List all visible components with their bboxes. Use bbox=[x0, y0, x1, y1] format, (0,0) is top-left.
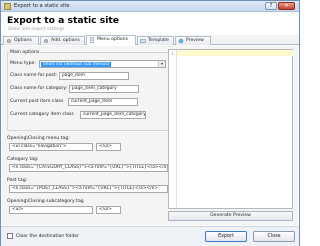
menu-settings-panel: Main options Menu type: Short list (with… bbox=[5, 49, 169, 222]
sub-opening-tag-input[interactable]: <ul> bbox=[9, 206, 93, 214]
current-post-class-label: Current post item class bbox=[10, 99, 64, 104]
dialog-title: Export to a static site bbox=[7, 15, 119, 26]
dialog-header: Export to a static site Static site expo… bbox=[1, 12, 299, 35]
close-window-button[interactable]: ✕ bbox=[278, 2, 295, 10]
current-category-class-input[interactable]: current_page_item_category bbox=[80, 111, 146, 119]
dialog-footer: Clear the destination folder Export Clos… bbox=[1, 226, 299, 246]
gear-icon bbox=[7, 39, 11, 43]
template-icon bbox=[140, 38, 146, 44]
chevron-down-icon[interactable]: ▾ bbox=[158, 61, 165, 67]
category-tag-input[interactable]: <li class="{CATEGORY_CLASS}"><a href="{U… bbox=[9, 164, 168, 172]
tab-menu-options[interactable]: Menu options bbox=[86, 35, 136, 45]
category-tag-label: Category tag: bbox=[7, 157, 39, 162]
tab-label: Template bbox=[148, 38, 169, 43]
tab-label: Menu options bbox=[97, 37, 128, 42]
menu-type-select[interactable]: Short list (without sub menus) ▾ bbox=[39, 60, 166, 68]
tab-label: Add. options bbox=[51, 38, 80, 43]
tab-bar: Options Add. options Menu options Templa… bbox=[1, 35, 299, 45]
tab-add-options[interactable]: Add. options bbox=[40, 36, 85, 45]
tab-content-menu-options: Main options Menu type: Short list (with… bbox=[2, 46, 298, 225]
window-title: Export to a static site bbox=[14, 3, 70, 9]
current-line-highlight bbox=[177, 50, 293, 56]
current-post-class-input[interactable]: current_page_item bbox=[68, 98, 138, 106]
preview-editor[interactable]: 1 bbox=[168, 49, 293, 209]
main-options-heading: Main options bbox=[9, 50, 41, 55]
line-number-gutter: 1 bbox=[169, 50, 177, 208]
subcategory-tag-label: Opening\Closing subcategory tag bbox=[7, 199, 84, 204]
tab-label: Preview bbox=[186, 38, 204, 43]
menu-opening-tag-input[interactable]: <ul class="navigation"> bbox=[9, 143, 93, 151]
menu-tag-label: Opening\Closing menu tag: bbox=[7, 136, 70, 141]
line-number: 1 bbox=[171, 51, 174, 56]
tab-template[interactable]: Template bbox=[137, 36, 174, 45]
category-class-label: Class name for category: bbox=[10, 86, 68, 91]
help-button[interactable]: ? bbox=[265, 2, 277, 10]
title-bar: Export to a static site ? ✕ bbox=[1, 1, 299, 12]
category-class-input[interactable]: page_item_category bbox=[69, 85, 139, 93]
tab-label: Options bbox=[14, 38, 32, 43]
menu-type-label: Menu type: bbox=[10, 61, 36, 66]
post-class-label: Class name for post: bbox=[10, 73, 58, 78]
generate-preview-button[interactable]: Generate Preview bbox=[168, 211, 293, 221]
sub-closing-tag-input[interactable]: </ul> bbox=[96, 206, 121, 214]
dialog-subtitle: Static site export settings bbox=[8, 27, 65, 32]
document-icon bbox=[89, 37, 95, 43]
post-tag-label: Post tag: bbox=[7, 178, 28, 183]
tab-preview[interactable]: Preview bbox=[175, 36, 211, 45]
post-class-input[interactable]: page_item bbox=[59, 72, 129, 80]
export-dialog: Export to a static site ? ✕ Export to a … bbox=[0, 0, 300, 246]
tab-options[interactable]: Options bbox=[3, 36, 39, 45]
menu-type-selected: Short list (without sub menus) bbox=[41, 62, 112, 67]
clear-folder-checkbox[interactable] bbox=[7, 233, 13, 239]
preview-icon bbox=[178, 38, 184, 44]
post-tag-input[interactable]: <li class="{POST_CLASS}"><a href="{URL}"… bbox=[9, 185, 168, 193]
app-icon bbox=[4, 3, 11, 10]
clear-folder-label: Clear the destination folder bbox=[16, 234, 80, 239]
close-button[interactable]: Close bbox=[253, 231, 295, 242]
current-category-class-label: Current category item class bbox=[10, 112, 74, 117]
menu-closing-tag-input[interactable]: </ul> bbox=[96, 143, 121, 151]
export-button[interactable]: Export bbox=[205, 231, 247, 242]
gear-icon bbox=[44, 39, 48, 43]
